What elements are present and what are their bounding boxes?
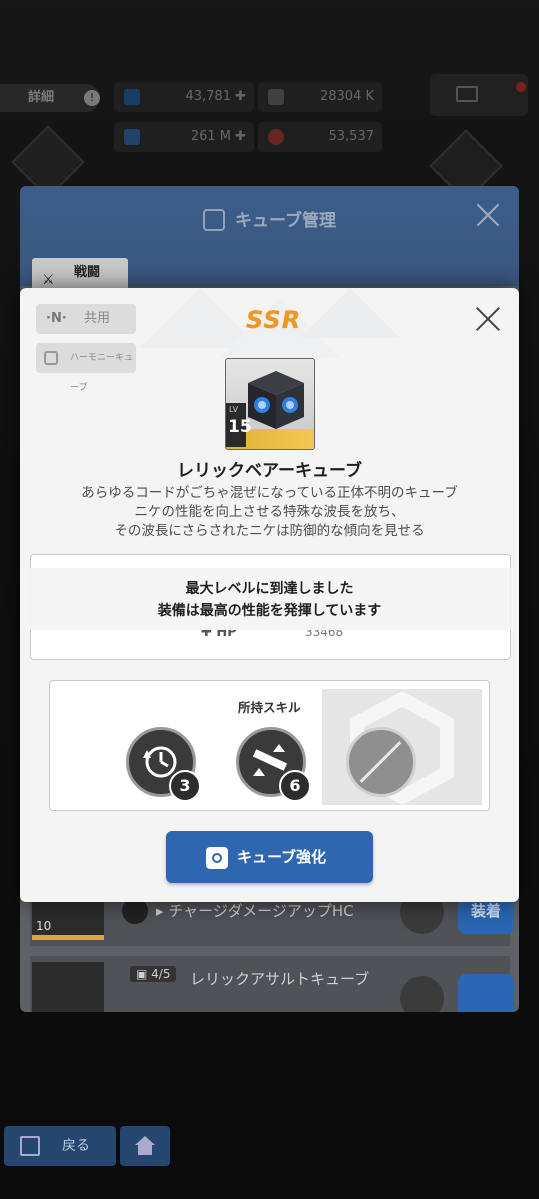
skill-slot-1[interactable]: 3 xyxy=(126,727,201,802)
cube-detail-popup: ·N· 共用 ハーモニーキューブ SSR LV 15 レリックベアーキューブ あ… xyxy=(20,288,519,902)
gear-icon[interactable] xyxy=(400,976,444,1012)
close-icon[interactable] xyxy=(475,306,501,332)
tab-combat[interactable]: ⚔ 戦闘 xyxy=(32,258,128,288)
cube-type-badge: ハーモニーキューブ xyxy=(36,343,136,393)
shared-badge: ·N· 共用 xyxy=(36,304,136,334)
cube-image-card: LV 15 xyxy=(225,358,315,450)
home-icon xyxy=(135,1136,155,1155)
relic-cube-icon xyxy=(248,371,304,429)
skill-slot-2[interactable]: 6 xyxy=(236,727,311,802)
max-level-banner: 最大レベルに到達しました 装備は最高の性能を発揮しています xyxy=(20,568,519,630)
cube-level-badge: LV 15 xyxy=(226,403,252,447)
skills-title: 所持スキル xyxy=(238,700,301,715)
cube-thumbnail xyxy=(32,962,104,1012)
cube-type-icon xyxy=(44,351,58,365)
back-arrow-icon xyxy=(20,1136,40,1156)
cube-row-label: レリックアサルトキューブ xyxy=(190,970,370,988)
skill-level: 6 xyxy=(279,770,311,802)
cube-icon xyxy=(206,847,228,869)
skills-panel: 所持スキル 3 6 xyxy=(49,680,490,811)
cube-row-label: ▸ チャージダメージアップHC xyxy=(156,902,354,920)
cube-manager-title: キューブ管理 xyxy=(20,206,519,231)
cube-icon xyxy=(203,209,225,231)
max-level-line1: 最大レベルに到達しました xyxy=(185,581,354,597)
cube-list-item[interactable]: ▣ 4/5 レリックアサルトキューブ xyxy=(30,956,514,1012)
locked-slot-icon xyxy=(346,727,416,797)
cube-upgrade-button[interactable]: キューブ強化 xyxy=(166,831,373,883)
skill-level: 3 xyxy=(169,770,201,802)
bottom-nav: 戻る xyxy=(0,1124,539,1170)
max-level-line2: 装備は最高の性能を発揮しています xyxy=(157,603,382,619)
manager-close-icon[interactable] xyxy=(475,202,501,228)
rarity-label: SSR xyxy=(246,306,302,334)
back-button[interactable]: 戻る xyxy=(4,1126,116,1166)
equip-button[interactable] xyxy=(458,974,514,1012)
cube-count: ▣ 4/5 xyxy=(130,966,177,982)
home-button[interactable] xyxy=(120,1126,170,1166)
cube-description: あらゆるコードがごちゃ混ぜになっている正体不明のキューブ ニケの性能を向上させる… xyxy=(81,485,458,539)
cube-name: レリックベアーキューブ xyxy=(177,461,362,481)
